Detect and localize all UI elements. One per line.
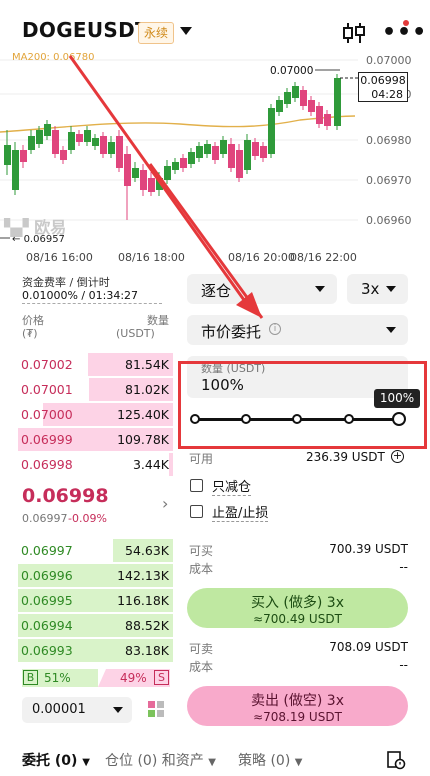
annotation-arrow <box>68 55 264 319</box>
